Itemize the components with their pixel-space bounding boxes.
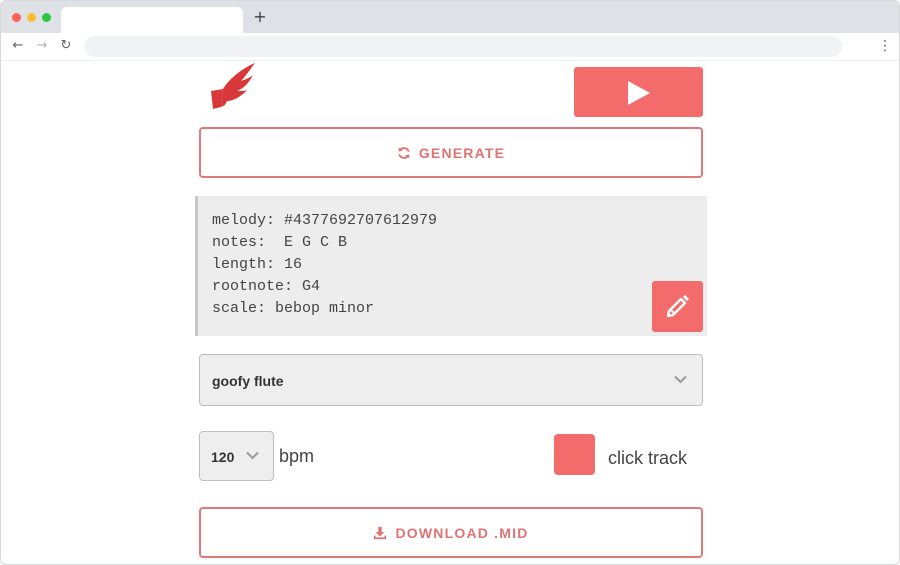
instrument-selected-value: goofy flute: [212, 373, 284, 389]
chevron-down-icon: [674, 375, 687, 384]
melody-info-text: melody: #4377692707612979 notes: E G C B l…: [212, 210, 437, 320]
generate-label: GENERATE: [418, 144, 506, 161]
melody-scale-line: scale: bebop minor: [212, 300, 375, 317]
browser-titlebar: +: [1, 1, 899, 33]
edit-melody-button[interactable]: [652, 281, 703, 332]
browser-toolbar: ← → ↻ ⋮: [1, 33, 899, 61]
browser-window: + ← → ↻ ⋮ GENERATE melody: #437769270761…: [0, 0, 900, 565]
melody-id-line: melody: #4377692707612979: [212, 212, 438, 229]
bpm-select[interactable]: 120: [199, 431, 274, 481]
pencil-icon: [666, 295, 689, 318]
generate-button[interactable]: GENERATE: [199, 127, 703, 178]
new-tab-icon[interactable]: +: [253, 9, 267, 25]
bpm-label: bpm: [279, 446, 315, 466]
click-track-label: click track: [608, 448, 688, 468]
address-bar[interactable]: [84, 36, 842, 57]
play-icon: [628, 81, 650, 105]
download-mid-button[interactable]: DOWNLOAD .MID: [199, 507, 703, 558]
instrument-select[interactable]: goofy flute: [199, 354, 703, 406]
download-icon: [374, 526, 387, 539]
melody-length-line: length: 16: [212, 256, 303, 273]
bpm-selected-value: 120: [211, 449, 235, 465]
minimize-window-dot[interactable]: [27, 13, 36, 22]
melody-rootnote-line: rootnote: G4: [212, 278, 321, 295]
maximize-window-dot[interactable]: [42, 13, 51, 22]
refresh-icon: [398, 146, 410, 159]
download-label: DOWNLOAD .MID: [395, 524, 529, 541]
browser-menu-icon[interactable]: ⋮: [878, 38, 892, 54]
play-button[interactable]: [574, 67, 703, 117]
melody-info-panel: melody: #4377692707612979 notes: E G C B l…: [195, 196, 707, 336]
close-window-dot[interactable]: [12, 13, 21, 22]
reload-icon[interactable]: ↻: [59, 38, 73, 54]
melody-notes-line: notes: E G C B: [212, 234, 348, 251]
chevron-down-icon: [246, 451, 259, 460]
click-track-toggle[interactable]: [554, 434, 595, 475]
wing-note-logo-icon: [207, 61, 259, 113]
forward-arrow-icon[interactable]: →: [35, 38, 49, 54]
browser-tab[interactable]: [61, 7, 243, 33]
back-arrow-icon[interactable]: ←: [11, 38, 25, 54]
